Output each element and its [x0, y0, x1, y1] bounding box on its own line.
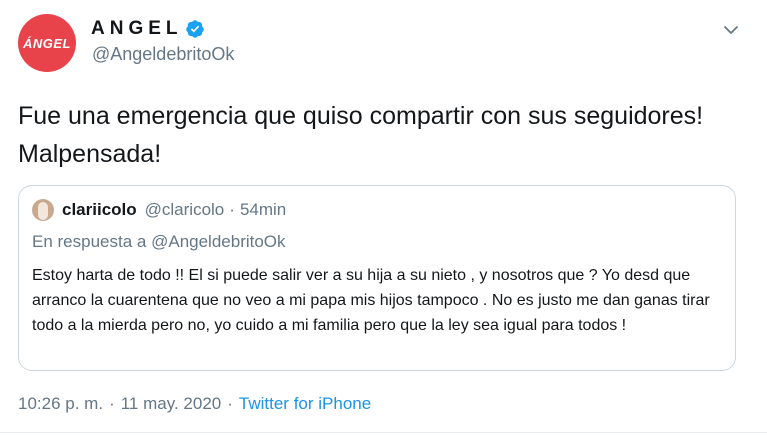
divider [0, 432, 767, 433]
author-display-name[interactable]: ANGEL [91, 18, 183, 40]
tweet-card: ÁNGEL ANGEL @AngeldebritoOk Fue una emer… [0, 0, 767, 435]
quoted-tweet[interactable]: clariicolo @claricolo · 54min En respues… [18, 185, 736, 371]
quoted-separator: · [229, 200, 235, 219]
verified-badge-icon [185, 20, 204, 38]
quoted-author-name[interactable]: clariicolo [62, 200, 137, 220]
author-name-row[interactable]: ANGEL [91, 18, 205, 40]
reply-context: En respuesta a @AngeldebritoOk [32, 232, 286, 252]
meta-separator: · [109, 394, 115, 413]
quoted-author-avatar[interactable] [32, 199, 54, 221]
tweet-date[interactable]: 11 may. 2020 [121, 394, 222, 414]
quoted-timestamp[interactable]: 54min [240, 200, 286, 220]
avatar-logo-text: ÁNGEL [23, 35, 71, 51]
meta-separator: · [227, 394, 233, 413]
chevron-down-icon[interactable] [723, 22, 739, 38]
reply-prefix: En respuesta a [32, 232, 147, 251]
quoted-tweet-header: clariicolo @claricolo · 54min [32, 199, 286, 221]
quoted-tweet-text: Estoy harta de todo !! El si puede salir… [32, 267, 710, 334]
tweet-text: Fue una emergencia que quiso compartir c… [18, 102, 704, 168]
author-avatar[interactable]: ÁNGEL [18, 14, 76, 72]
author-handle[interactable]: @AngeldebritoOk [92, 44, 234, 65]
tweet-time[interactable]: 10:26 p. m. [18, 394, 103, 414]
tweet-source-link[interactable]: Twitter for iPhone [239, 394, 371, 414]
reply-to-handle[interactable]: @AngeldebritoOk [151, 232, 285, 251]
tweet-metadata: 10:26 p. m. · 11 may. 2020 · Twitter for… [18, 394, 371, 414]
quoted-author-handle[interactable]: @claricolo [145, 200, 225, 220]
